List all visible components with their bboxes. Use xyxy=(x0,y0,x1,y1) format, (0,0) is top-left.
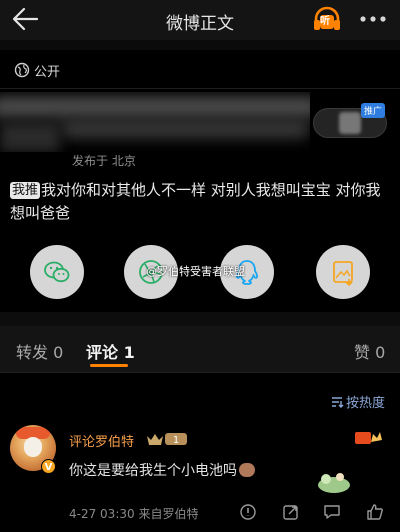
comment-body: 你这是要给我生个小电池吗 xyxy=(69,460,255,480)
more-dots-icon xyxy=(360,16,386,22)
top-bar: 微博正文 听 xyxy=(0,0,400,40)
wechat-icon xyxy=(44,261,70,283)
vip-level-badge-icon: 1 xyxy=(147,433,187,446)
divider xyxy=(0,88,400,89)
tabs-divider xyxy=(0,372,400,373)
tab-reposts-label: 转发 xyxy=(16,343,49,362)
vip-level-text: 1 xyxy=(173,435,179,446)
qq-icon xyxy=(236,260,258,285)
sort-label: 按热度 xyxy=(346,396,386,411)
posted-location: 发布于 北京 xyxy=(72,154,136,168)
back-button[interactable] xyxy=(10,4,40,34)
like-icon[interactable] xyxy=(366,503,384,521)
listen-button[interactable]: 听 xyxy=(312,6,342,32)
save-image-icon xyxy=(333,261,353,287)
tab-reposts[interactable]: 转发 0 xyxy=(16,339,63,363)
tab-likes-count: 0 xyxy=(375,343,386,362)
reply-icon[interactable] xyxy=(323,503,341,521)
emoji-icon xyxy=(239,463,255,477)
verified-badge-icon: V xyxy=(41,459,56,474)
interaction-tabs: 转发 0 评论 1 赞 0 xyxy=(0,326,400,372)
back-arrow-icon xyxy=(12,7,39,31)
topic-tag[interactable]: 我推 xyxy=(10,182,41,199)
visibility-indicator: 公开 xyxy=(14,60,60,80)
share-qq-button[interactable] xyxy=(220,245,274,299)
tab-likes-label: 赞 xyxy=(354,343,371,362)
sort-icon xyxy=(332,396,344,408)
tab-comments-label: 评论 xyxy=(86,343,119,362)
visibility-label: 公开 xyxy=(34,64,61,80)
more-button[interactable] xyxy=(356,8,390,30)
post-body: 我推 我对你和对其他人不一样 对别人我想叫宝宝 对你我想叫爸爸 xyxy=(10,179,390,225)
repost-comment-icon[interactable] xyxy=(282,503,300,521)
blurred-promo-badge xyxy=(339,112,361,134)
listen-label: 听 xyxy=(320,16,330,27)
sticker-icon xyxy=(318,473,350,493)
report-icon[interactable] xyxy=(239,503,257,521)
section-gap xyxy=(0,312,400,326)
tab-likes[interactable]: 赞 0 xyxy=(354,339,385,363)
globe-icon xyxy=(14,62,30,78)
post-text: 我对你和对其他人不一样 对别人我想叫宝宝 对你我想叫爸爸 xyxy=(10,181,381,222)
header-separator xyxy=(0,40,400,50)
blurred-author-info xyxy=(0,92,310,152)
share-wechat-button[interactable] xyxy=(30,245,84,299)
tab-comments-count: 1 xyxy=(123,343,135,362)
comment-timestamp: 4-27 03:30 xyxy=(69,507,135,521)
promotion-tag: 推广 xyxy=(361,103,386,118)
moments-icon xyxy=(139,260,163,284)
save-image-button[interactable] xyxy=(316,245,370,299)
active-tab-indicator xyxy=(90,364,128,367)
comment-meta: 4-27 03:30 来自罗伯特 xyxy=(69,505,198,522)
tab-reposts-count: 0 xyxy=(53,343,64,362)
comment-source: 来自罗伯特 xyxy=(138,507,199,521)
share-moments-button[interactable] xyxy=(124,245,178,299)
comment-text: 你这是要给我生个小电池吗 xyxy=(69,463,237,479)
sort-by-popularity-button[interactable]: 按热度 xyxy=(330,392,385,411)
top-comment-badge-icon xyxy=(355,432,382,444)
tab-comments[interactable]: 评论 1 xyxy=(86,339,135,363)
commenter-username[interactable]: 评论罗伯特 xyxy=(69,431,134,450)
